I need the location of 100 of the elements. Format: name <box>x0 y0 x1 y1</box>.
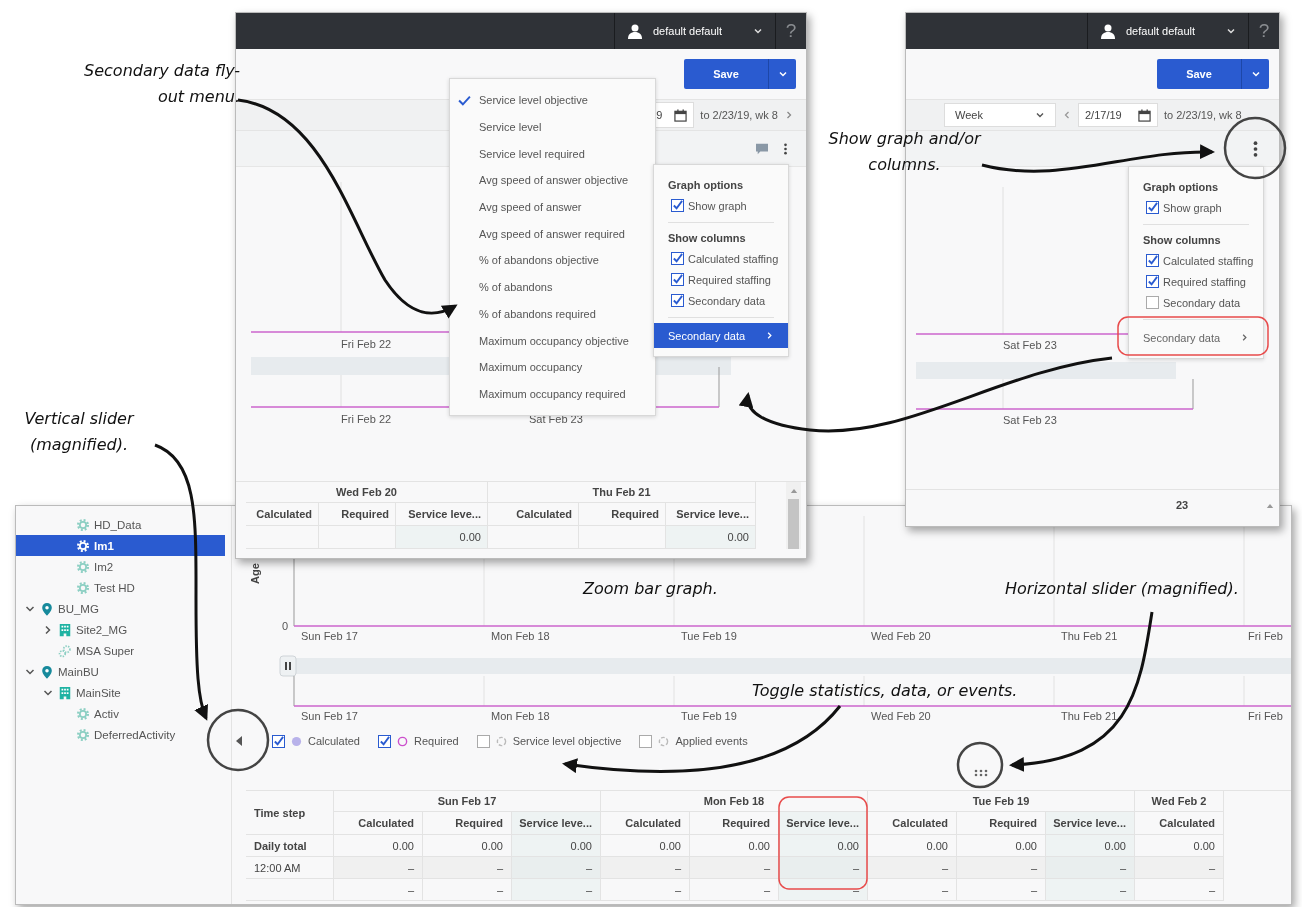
building-icon <box>58 622 72 637</box>
table-cell: – <box>868 857 957 879</box>
column-header: Calculated <box>334 812 423 835</box>
date-range-text: to 2/23/19, wk 8 <box>1164 109 1242 121</box>
date-field[interactable]: 2/17/19 <box>1078 103 1158 127</box>
submenu-item[interactable]: Secondary data <box>1129 325 1263 350</box>
tree-item[interactable]: Site2_MG <box>16 619 225 640</box>
menu-checkbox-item[interactable]: Required staffing <box>1129 271 1263 292</box>
callout-text: Vertical slider (magnified). <box>23 408 136 456</box>
checkbox[interactable] <box>1146 296 1159 309</box>
tree-item[interactable]: Activ <box>16 703 225 724</box>
menu-item[interactable]: % of abandons objective <box>450 247 655 274</box>
tree-item[interactable]: MSA Super <box>16 640 225 661</box>
tree-item[interactable]: Im2 <box>16 556 225 577</box>
column-header: Calculated <box>488 503 579 526</box>
menu-heading: Show columns <box>667 231 747 246</box>
checkbox[interactable] <box>476 734 490 748</box>
x-axis-label: Fri Feb <box>1248 630 1283 642</box>
checkbox[interactable] <box>378 734 391 748</box>
grip-handle-icon[interactable] <box>974 769 988 777</box>
checkbox[interactable] <box>671 199 684 212</box>
x-axis-label: Fri Feb <box>1248 710 1283 722</box>
checkbox[interactable] <box>639 734 653 748</box>
tree-item[interactable]: DeferredActivity <box>16 724 225 745</box>
menu-checkbox-item[interactable]: Show graph <box>1129 197 1263 218</box>
menu-checkbox-item[interactable]: Calculated staffing <box>654 248 788 269</box>
tree-item[interactable]: BU_MG <box>16 598 225 619</box>
column-header: Calculated <box>246 503 319 526</box>
tree-item[interactable]: MainSite <box>16 682 225 703</box>
more-options-icon[interactable] <box>783 141 788 156</box>
checkbox[interactable] <box>272 734 285 748</box>
submenu-item[interactable]: Secondary data <box>654 323 788 348</box>
column-header: Calculated <box>868 812 957 835</box>
tree-item[interactable]: Test HD <box>16 577 225 598</box>
y-axis-label: Age <box>249 563 261 584</box>
help-button[interactable]: ? <box>776 13 806 49</box>
menu-checkbox-item[interactable]: Secondary data <box>1129 292 1263 313</box>
menu-checkbox-item[interactable]: Secondary data <box>654 290 788 311</box>
gear-icon <box>76 559 90 574</box>
menu-item[interactable]: % of abandons required <box>450 300 655 328</box>
x-axis-label: Sun Feb 17 <box>301 630 358 642</box>
table-cell: – <box>423 857 512 879</box>
menu-item[interactable]: Avg speed of answer <box>450 193 655 221</box>
table-cell: – <box>868 879 957 901</box>
table-cell: – <box>601 879 690 901</box>
gear-icon <box>76 538 90 553</box>
row-header: Daily total <box>246 835 334 857</box>
chevron-down-icon <box>1250 69 1261 79</box>
legend-toggle[interactable]: Service level objective <box>476 734 622 748</box>
x-axis-label: Tue Feb 19 <box>681 630 737 642</box>
menu-item[interactable]: Maximum occupancy <box>450 353 655 381</box>
table-cell: – <box>512 879 601 901</box>
day-header: 23 <box>1176 499 1189 511</box>
chevron-right-icon[interactable] <box>784 110 794 120</box>
comment-icon[interactable] <box>755 142 769 155</box>
menu-checkbox-item[interactable]: Required staffing <box>654 269 788 290</box>
table-cell: – <box>334 857 423 879</box>
tree-item[interactable]: Im1 <box>16 535 225 556</box>
column-header: Calculated <box>601 812 690 835</box>
chevron-down-icon <box>1035 110 1045 120</box>
tree-item[interactable]: HD_Data <box>16 514 225 535</box>
collapse-left-icon[interactable] <box>235 735 243 747</box>
gear-icon <box>76 727 90 742</box>
table-cell: – <box>1135 857 1224 879</box>
y-tick-label: 0 <box>281 620 288 632</box>
legend-toggle[interactable]: Applied events <box>639 734 748 748</box>
user-menu[interactable]: default default <box>614 13 776 49</box>
menu-item[interactable]: Avg speed of answer objective <box>450 167 655 194</box>
location-pin-icon <box>40 601 54 616</box>
legend-toggle[interactable]: Calculated <box>272 734 360 748</box>
save-button[interactable]: Save <box>1157 59 1242 89</box>
period-dropdown[interactable]: Week <box>944 103 1056 127</box>
zoom-bar-track[interactable] <box>916 362 1176 379</box>
more-options-icon[interactable] <box>1252 138 1259 159</box>
zoom-bar-handle[interactable] <box>279 655 297 677</box>
menu-item[interactable]: Avg speed of answer required <box>450 220 655 248</box>
menu-checkbox-item[interactable]: Show graph <box>654 195 788 216</box>
save-button[interactable]: Save <box>684 59 769 89</box>
menu-item[interactable]: Maximum occupancy objective <box>450 327 655 354</box>
checkbox[interactable] <box>671 252 684 265</box>
zoom-bar-track[interactable] <box>294 658 1291 674</box>
tree-item[interactable]: MainBU <box>16 661 225 682</box>
scrollbar[interactable] <box>786 482 801 549</box>
menu-checkbox-item[interactable]: Calculated staffing <box>1129 250 1263 271</box>
user-menu[interactable]: default default <box>1087 13 1249 49</box>
checkbox[interactable] <box>1146 254 1159 267</box>
checkbox[interactable] <box>1146 275 1159 288</box>
checkbox[interactable] <box>1146 201 1159 214</box>
help-button[interactable]: ? <box>1249 13 1279 49</box>
checkbox[interactable] <box>671 294 684 307</box>
calendar-icon <box>1138 108 1151 122</box>
callout-text: Toggle statistics, data, or events. <box>752 680 1018 702</box>
legend-toggle[interactable]: Required <box>378 734 459 748</box>
table-cell: 0.00 <box>512 835 601 857</box>
chevron-right-icon[interactable] <box>43 624 53 635</box>
menu-item[interactable]: % of abandons <box>450 273 655 301</box>
date-range-text: to 2/23/19, wk 8 <box>700 109 778 121</box>
column-header: Required <box>690 812 779 835</box>
checkbox[interactable] <box>671 273 684 286</box>
menu-item[interactable]: Maximum occupancy required <box>450 380 655 408</box>
